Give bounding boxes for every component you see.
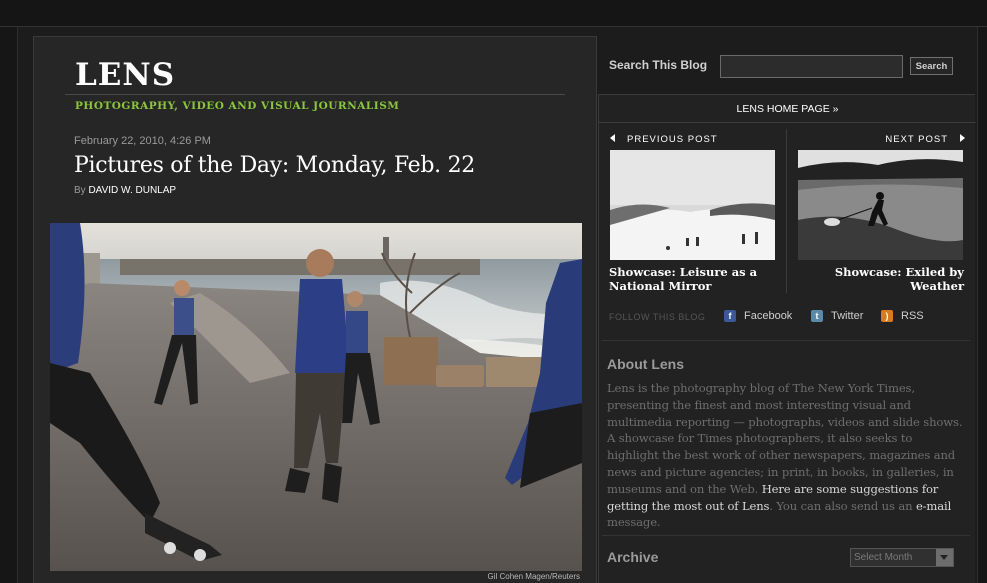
child-pulling-sled-photo xyxy=(798,150,963,260)
left-margin xyxy=(0,27,18,583)
post-byline: By DAVID W. DUNLAP xyxy=(74,185,176,196)
sidebar: LENS HOME PAGE » PREVIOUS POST NEXT POST xyxy=(598,94,976,583)
photo-credit: Gil Cohen Magen/Reuters xyxy=(487,572,581,581)
rss-link[interactable]: ) RSS xyxy=(881,310,924,322)
lens-home-link[interactable]: LENS HOME PAGE » xyxy=(599,95,976,123)
archive-month-select[interactable]: Select Month xyxy=(850,548,954,567)
about-text: Lens is the photography blog of The New … xyxy=(607,380,967,531)
next-post-title[interactable]: Showcase: Exiled by Weather xyxy=(794,265,964,293)
next-post-thumbnail[interactable] xyxy=(798,150,963,260)
chevron-down-icon xyxy=(936,549,953,566)
search-label: Search This Blog xyxy=(609,58,708,72)
search-button[interactable]: Search xyxy=(910,57,953,75)
rss-label: RSS xyxy=(901,310,924,322)
facebook-icon: f xyxy=(724,310,736,322)
sidebar-divider xyxy=(602,340,970,341)
post-date: February 22, 2010, 4:26 PM xyxy=(74,135,211,147)
email-link[interactable]: e-mail xyxy=(916,499,951,513)
facebook-link[interactable]: f Facebook xyxy=(724,310,792,322)
arrow-left-icon xyxy=(610,134,615,143)
previous-post-thumbnail[interactable] xyxy=(610,150,775,260)
archive-heading: Archive xyxy=(607,549,659,565)
twitter-link[interactable]: t Twitter xyxy=(811,310,863,322)
header-rule xyxy=(65,94,565,95)
next-post-label: NEXT POST xyxy=(885,134,948,145)
byline-prefix: By xyxy=(74,185,86,196)
about-text-part-1: Lens is the photography blog of The New … xyxy=(607,381,963,496)
skating-police-photo xyxy=(50,223,582,571)
about-heading: About Lens xyxy=(607,356,684,372)
next-post-link[interactable]: NEXT POST xyxy=(885,134,965,145)
post-photo[interactable] xyxy=(50,223,582,571)
search-input[interactable] xyxy=(720,55,903,78)
previous-post-link[interactable]: PREVIOUS POST xyxy=(610,134,718,145)
twitter-icon: t xyxy=(811,310,823,322)
snowy-park-photo xyxy=(610,150,775,260)
previous-post-label: PREVIOUS POST xyxy=(627,134,718,145)
post-column: LENS PHOTOGRAPHY, VIDEO AND VISUAL JOURN… xyxy=(33,36,597,583)
archive-select-value: Select Month xyxy=(854,552,913,563)
follow-row: FOLLOW THIS BLOG f Facebook t Twitter ) … xyxy=(609,310,969,328)
twitter-label: Twitter xyxy=(831,310,864,322)
post-title[interactable]: Pictures of the Day: Monday, Feb. 22 xyxy=(74,153,475,178)
blog-tagline: PHOTOGRAPHY, VIDEO AND VISUAL JOURNALISM xyxy=(75,100,400,112)
author-link[interactable]: DAVID W. DUNLAP xyxy=(88,185,176,196)
rss-icon: ) xyxy=(881,310,893,322)
arrow-right-icon xyxy=(960,134,965,143)
sidebar-divider xyxy=(602,535,970,536)
right-margin xyxy=(977,27,987,583)
previous-post-title[interactable]: Showcase: Leisure as a National Mirror xyxy=(609,265,779,293)
lens-logo[interactable]: LENS xyxy=(75,57,175,93)
about-text-part-3: message. xyxy=(607,515,661,530)
facebook-label: Facebook xyxy=(744,310,793,322)
top-bar xyxy=(0,0,987,27)
about-text-part-2: . You can also send us an xyxy=(769,498,916,513)
follow-label: FOLLOW THIS BLOG xyxy=(609,312,706,322)
post-nav-divider xyxy=(786,129,787,293)
